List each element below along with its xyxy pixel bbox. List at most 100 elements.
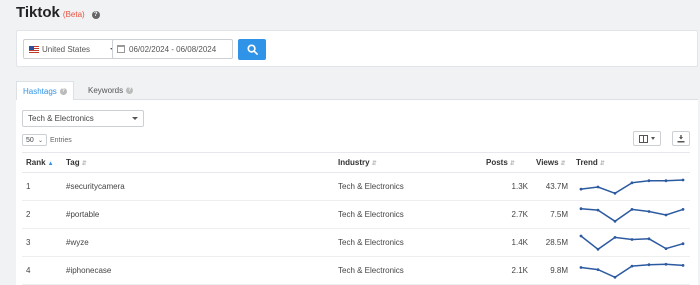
columns-icon bbox=[639, 134, 648, 143]
tag-cell[interactable]: #wyze bbox=[62, 229, 334, 257]
views-cell: 7.5M bbox=[550, 210, 568, 219]
tab-hashtags[interactable]: Hashtags ? bbox=[16, 81, 74, 101]
posts-cell: 2.1K bbox=[511, 266, 528, 275]
sparkline-point bbox=[681, 241, 685, 245]
chevron-down-icon bbox=[132, 117, 138, 120]
tab-bar: Hashtags ? Keywords ? bbox=[16, 81, 698, 101]
posts-cell: 1.4K bbox=[511, 238, 528, 247]
results-panel: Tech & Electronics 50 ⌄ Entries Rank ▲ T… bbox=[16, 100, 698, 285]
sparkline-point bbox=[647, 209, 651, 213]
calendar-icon bbox=[117, 45, 125, 53]
column-header-posts[interactable]: Posts ⇵ bbox=[482, 153, 532, 173]
sparkline-point bbox=[664, 246, 668, 250]
rank-cell: 3 bbox=[26, 238, 31, 247]
column-header-industry[interactable]: Industry ⇵ bbox=[334, 153, 482, 173]
export-button[interactable] bbox=[672, 131, 690, 146]
chevron-down-icon: ⌄ bbox=[37, 138, 43, 144]
views-cell: 9.8M bbox=[550, 266, 568, 275]
beta-badge: (Beta) bbox=[62, 10, 85, 19]
trend-sparkline bbox=[579, 178, 685, 195]
sort-icon: ⇵ bbox=[560, 161, 566, 167]
rank-cell: 2 bbox=[26, 210, 31, 219]
category-select[interactable]: Tech & Electronics bbox=[22, 110, 144, 127]
filter-bar: United States 06/02/2024 - 06/08/2024 bbox=[16, 30, 698, 67]
sparkline-point bbox=[630, 207, 634, 211]
search-icon bbox=[246, 44, 258, 55]
table-row[interactable]: 3 #wyze Tech & Electronics 1.4K 28.5M bbox=[22, 229, 690, 257]
trend-sparkline bbox=[579, 234, 685, 251]
entries-control: 50 ⌄ Entries bbox=[22, 134, 72, 146]
rank-cell: 4 bbox=[26, 266, 31, 275]
rank-cell: 1 bbox=[26, 182, 31, 191]
sparkline-point bbox=[647, 236, 651, 240]
country-select[interactable]: United States bbox=[23, 39, 122, 59]
us-flag-icon bbox=[29, 45, 39, 53]
sparkline-point bbox=[613, 235, 617, 239]
tag-cell[interactable]: #securitycamera bbox=[62, 173, 334, 201]
sparkline-point bbox=[630, 237, 634, 241]
sparkline-point bbox=[613, 275, 617, 279]
sort-icon: ⇵ bbox=[509, 161, 515, 167]
tag-cell[interactable]: #portable bbox=[62, 201, 334, 229]
page-title: Tiktok bbox=[16, 4, 60, 21]
trend-cell bbox=[572, 201, 690, 229]
sparkline-point bbox=[579, 234, 583, 237]
column-header-tag[interactable]: Tag ⇵ bbox=[62, 153, 334, 173]
tab-label: Keywords bbox=[88, 86, 124, 95]
trend-cell bbox=[572, 257, 690, 285]
help-icon: ? bbox=[59, 87, 67, 95]
table-row[interactable]: 4 #iphonecase Tech & Electronics 2.1K 9.… bbox=[22, 257, 690, 285]
entries-select[interactable]: 50 ⌄ bbox=[22, 134, 47, 146]
date-range-input[interactable]: 06/02/2024 - 06/08/2024 bbox=[112, 39, 233, 59]
sparkline-point bbox=[596, 185, 600, 188]
date-range-value: 06/02/2024 - 06/08/2024 bbox=[129, 44, 217, 54]
posts-cell: 2.7K bbox=[511, 210, 528, 219]
table-row[interactable]: 1 #securitycamera Tech & Electronics 1.3… bbox=[22, 173, 690, 201]
sparkline-point bbox=[613, 219, 617, 223]
industry-cell: Tech & Electronics bbox=[338, 266, 404, 275]
country-value: United States bbox=[42, 44, 91, 54]
sparkline-point bbox=[630, 264, 634, 267]
category-value: Tech & Electronics bbox=[28, 114, 94, 123]
trend-cell bbox=[572, 173, 690, 201]
sort-asc-icon: ▲ bbox=[47, 161, 54, 167]
search-button[interactable] bbox=[238, 39, 266, 60]
column-header-trend[interactable]: Trend ⇵ bbox=[572, 153, 690, 173]
sparkline-point bbox=[647, 178, 651, 182]
industry-cell: Tech & Electronics bbox=[338, 182, 404, 191]
sparkline-point bbox=[664, 178, 668, 182]
sparkline-point bbox=[579, 206, 583, 210]
hashtag-table: Rank ▲ Tag ⇵ Industry ⇵ Posts ⇵ Views ⇵ Trend… bbox=[22, 152, 690, 285]
sparkline-point bbox=[613, 191, 617, 195]
table-row[interactable]: 2 #portable Tech & Electronics 2.7K 7.5M bbox=[22, 201, 690, 229]
sparkline-path bbox=[580, 234, 684, 250]
trend-sparkline bbox=[579, 262, 685, 279]
download-icon bbox=[677, 134, 685, 142]
column-header-views[interactable]: Views ⇵ bbox=[532, 153, 572, 173]
sparkline-point bbox=[579, 187, 583, 190]
entries-label: Entries bbox=[50, 136, 72, 144]
sparkline-point bbox=[596, 208, 600, 211]
industry-cell: Tech & Electronics bbox=[338, 210, 404, 219]
sparkline-point bbox=[664, 262, 668, 266]
table-header-row: Rank ▲ Tag ⇵ Industry ⇵ Posts ⇵ Views ⇵ Trend… bbox=[22, 152, 690, 173]
sparkline-point bbox=[596, 247, 600, 251]
sparkline-point bbox=[630, 180, 634, 184]
tab-keywords[interactable]: Keywords ? bbox=[82, 81, 139, 100]
entries-value: 50 bbox=[26, 136, 34, 144]
sort-icon: ⇵ bbox=[599, 161, 605, 167]
chevron-down-icon bbox=[651, 137, 655, 140]
help-icon[interactable]: ? bbox=[91, 11, 100, 19]
trend-sparkline bbox=[579, 206, 685, 223]
trend-cell bbox=[572, 229, 690, 257]
views-cell: 43.7M bbox=[545, 182, 568, 191]
tag-cell[interactable]: #iphonecase bbox=[62, 257, 334, 285]
posts-cell: 1.3K bbox=[511, 182, 528, 191]
sparkline-point bbox=[681, 263, 685, 267]
column-header-rank[interactable]: Rank ▲ bbox=[22, 153, 62, 173]
page-header: Tiktok (Beta) ? bbox=[16, 4, 100, 24]
sparkline-point bbox=[681, 207, 685, 211]
sparkline-point bbox=[647, 262, 651, 266]
help-icon: ? bbox=[126, 87, 134, 94]
column-toggle-button[interactable] bbox=[633, 131, 661, 146]
